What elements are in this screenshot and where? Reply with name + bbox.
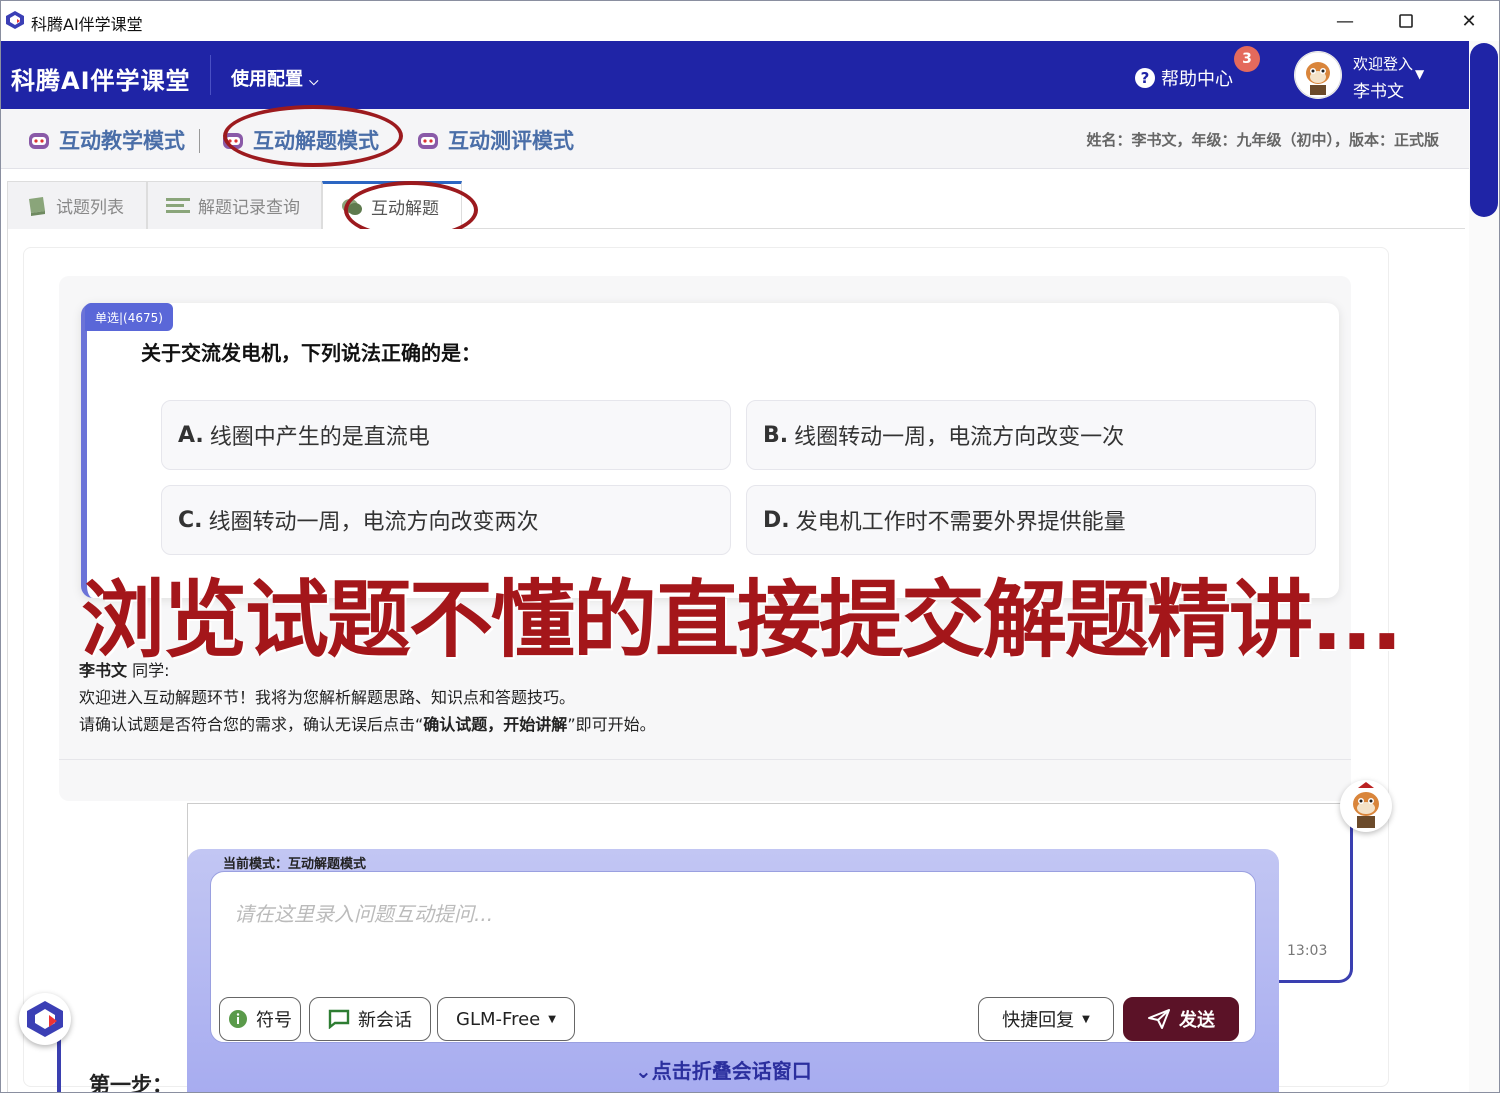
- highlight-circle: [223, 105, 403, 167]
- help-label: 帮助中心: [1161, 69, 1233, 90]
- student-info: 姓名：李书文，年级：九年级（初中），版本：正式版: [1086, 131, 1439, 149]
- mode-label: 互动教学模式: [59, 129, 185, 153]
- message-pre: 请确认试题是否符合您的需求，确认无误后点击“: [79, 715, 424, 734]
- current-mode-label: 当前模式：互动解题模式: [223, 857, 367, 872]
- question-type-badge: 单选|(4675): [85, 303, 173, 331]
- minimize-button[interactable]: —: [1331, 9, 1359, 33]
- new-chat-label: 新会话: [358, 1010, 412, 1031]
- option-letter: C.: [178, 507, 203, 533]
- option-letter: B.: [763, 422, 789, 448]
- title-bar: 科腾AI伴学课堂 — ✕: [1, 1, 1499, 41]
- input-placeholder: 请在这里录入问题互动提问...: [234, 902, 494, 926]
- quick-reply-select[interactable]: 快捷回复 ▼: [978, 997, 1114, 1041]
- mode-assessment[interactable]: 互动测评模式: [416, 125, 574, 155]
- option-text: 线圈转动一周，电流方向改变两次: [208, 510, 539, 535]
- robot-icon: [418, 133, 438, 149]
- option-c[interactable]: C. 线圈转动一周，电流方向改变两次: [161, 485, 731, 555]
- model-select[interactable]: GLM-Free ▼: [437, 997, 575, 1041]
- option-a[interactable]: A. 线圈中产生的是直流电: [161, 400, 731, 470]
- option-b[interactable]: B. 线圈转动一周，电流方向改变一次: [746, 400, 1316, 470]
- step-title: 第一步：: [89, 1073, 173, 1093]
- send-icon: [1148, 1009, 1170, 1029]
- option-d[interactable]: D. 发电机工作时不需要外界提供能量: [746, 485, 1316, 555]
- info-icon: [229, 1010, 247, 1028]
- tab-bar: 试题列表 解题记录查询 互动解题: [7, 181, 1465, 229]
- student-name: 李书文: [79, 661, 128, 680]
- option-text: 线圈转动一周，电流方向改变一次: [794, 425, 1125, 450]
- welcome-text: 欢迎登入: [1353, 55, 1414, 73]
- question-text: 关于交流发电机，下列说法正确的是：: [141, 341, 481, 365]
- mascot-icon: [1353, 782, 1379, 828]
- config-label: 使用配置: [231, 69, 303, 90]
- floating-app-button[interactable]: [19, 993, 71, 1045]
- collapse-label: 点击折叠会话窗口: [651, 1059, 812, 1083]
- confirm-hint: 确认试题，开始讲解: [423, 715, 568, 734]
- new-chat-button[interactable]: 新会话: [309, 997, 431, 1041]
- divider: [59, 759, 1351, 760]
- help-badge: 3: [1234, 46, 1260, 72]
- tab-record-query[interactable]: 解题记录查询: [147, 181, 322, 229]
- chevron-down-icon: ⌄: [635, 1059, 652, 1083]
- send-label: 发送: [1179, 1010, 1215, 1031]
- tab-question-list[interactable]: 试题列表: [7, 181, 147, 229]
- chevron-down-icon: ⌵: [309, 74, 319, 88]
- message-line-1: 欢迎进入互动解题环节！我将为您解析解题思路、知识点和答题技巧。: [79, 688, 576, 707]
- app-logo-icon: [6, 11, 24, 29]
- mascot-avatar-icon: [1294, 51, 1342, 99]
- mode-bar: 互动教学模式 互动解题模式 互动测评模式 姓名：李书文，年级：九年级（初中），版…: [1, 109, 1469, 169]
- robot-icon: [29, 133, 49, 149]
- book-icon: [29, 196, 45, 216]
- message-time: 13:03: [1287, 943, 1328, 959]
- navbar-divider: [210, 55, 211, 95]
- symbol-label: 符号: [256, 1010, 292, 1031]
- maximize-button[interactable]: [1392, 9, 1420, 33]
- send-button[interactable]: 发送: [1123, 997, 1239, 1041]
- collapse-chat-link[interactable]: ⌄点击折叠会话窗口: [635, 1055, 812, 1084]
- model-label: GLM-Free: [456, 1008, 541, 1030]
- tab-label: 解题记录查询: [198, 198, 300, 218]
- option-text: 发电机工作时不需要外界提供能量: [795, 510, 1126, 535]
- scrollbar[interactable]: [1469, 41, 1499, 1092]
- list-icon: [166, 197, 190, 213]
- scrollbar-thumb[interactable]: [1470, 43, 1498, 217]
- symbol-button[interactable]: 符号: [219, 997, 301, 1041]
- mode-divider: [199, 129, 200, 153]
- avatar[interactable]: [1294, 51, 1342, 99]
- greeting-suffix: 同学:: [127, 661, 170, 680]
- tab-label: 试题列表: [56, 198, 124, 218]
- message-post: ”即可开始。: [567, 715, 656, 734]
- user-name[interactable]: 李书文: [1353, 77, 1404, 102]
- brand-title: 科腾AI伴学课堂: [11, 67, 191, 95]
- message-square-icon: [328, 1009, 350, 1029]
- app-logo-icon: [27, 1001, 63, 1037]
- greeting-line: 李书文 同学:: [79, 657, 170, 681]
- help-icon: ?: [1135, 68, 1155, 88]
- option-letter: D.: [763, 507, 790, 533]
- window-title: 科腾AI伴学课堂: [31, 15, 143, 34]
- caret-down-icon: ▼: [1082, 1013, 1090, 1025]
- mode-teaching[interactable]: 互动教学模式: [27, 125, 185, 155]
- assistant-avatar: [1340, 780, 1392, 832]
- help-center-link[interactable]: ? 帮助中心: [1135, 65, 1233, 91]
- maximize-icon: [1399, 14, 1413, 28]
- user-dropdown-icon[interactable]: ▼: [1415, 67, 1424, 81]
- option-text: 线圈中产生的是直流电: [209, 425, 430, 450]
- quick-reply-label: 快捷回复: [1002, 1010, 1075, 1031]
- close-button[interactable]: ✕: [1455, 9, 1483, 33]
- overlay-caption: 浏览试题不懂的直接提交解题精讲...: [81, 571, 1403, 669]
- caret-down-icon: ▼: [548, 1013, 556, 1025]
- mode-label: 互动测评模式: [448, 129, 574, 153]
- option-letter: A.: [178, 422, 204, 448]
- app-window: 科腾AI伴学课堂 — ✕ 科腾AI伴学课堂 使用配置 ⌵ ? 帮助中心 欢迎登入 …: [0, 0, 1500, 1093]
- config-menu[interactable]: 使用配置 ⌵: [231, 65, 318, 91]
- message-line-2: 请确认试题是否符合您的需求，确认无误后点击“确认试题，开始讲解”即可开始。: [79, 711, 656, 735]
